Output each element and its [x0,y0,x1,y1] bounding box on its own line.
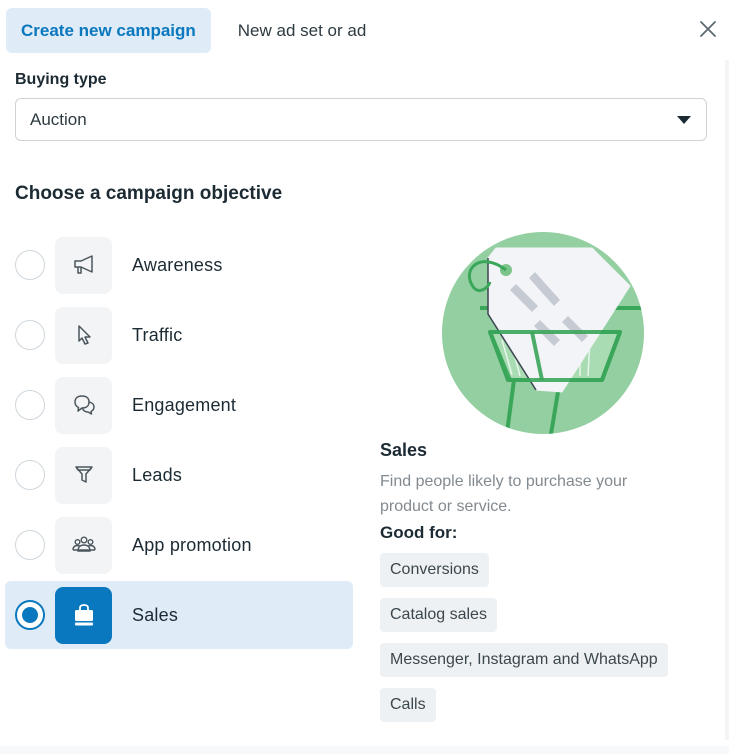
shopping-bag-icon [74,604,93,626]
megaphone-icon [73,255,93,274]
buying-type-label: Buying type [15,71,107,88]
radio-traffic[interactable] [15,320,45,350]
good-for-chip: Calls [380,688,436,722]
objective-app-promotion[interactable]: App promotion [5,510,353,580]
objective-awareness[interactable]: Awareness [5,230,353,300]
cursor-icon [77,325,91,345]
detail-title: Sales [380,440,428,460]
icon-tile-leads [55,446,112,504]
caret-down-icon [677,116,691,124]
tab-create-new-campaign[interactable]: Create new campaign [6,8,211,53]
icon-tile-app-promotion [55,516,112,574]
objective-label: Engagement [132,394,237,415]
good-for-chip: Messenger, Instagram and WhatsApp [380,643,668,677]
objective-traffic[interactable]: Traffic [5,300,353,370]
sales-illustration [440,230,646,436]
buying-type-value: Auction [30,109,87,129]
radio-engagement[interactable] [15,390,45,420]
radio-app-promotion[interactable] [15,530,45,560]
objective-engagement[interactable]: Engagement [5,370,353,440]
radio-sales[interactable] [15,600,45,630]
objective-section-title: Choose a campaign objective [15,183,283,204]
icon-tile-traffic [55,306,112,364]
detail-description: Find people likely to purchase your prod… [380,473,628,515]
objective-sales[interactable]: Sales [5,581,353,649]
tab-bar: Create new campaign New ad set or ad [6,8,381,53]
objective-detail-panel: Sales Find people likely to purchase you… [380,440,710,733]
good-for-chip: Catalog sales [380,598,497,632]
close-icon [700,21,716,37]
good-for-list: Conversions Catalog sales Messenger, Ins… [380,553,710,733]
radio-leads[interactable] [15,460,45,490]
buying-type-select[interactable]: Auction [15,98,707,141]
objective-label: Sales [132,604,179,625]
icon-tile-awareness [55,236,112,294]
panel-edge [725,60,729,740]
objective-label: Traffic [132,324,183,345]
good-for-label: Good for: [380,523,458,542]
objective-leads[interactable]: Leads [5,440,353,510]
objective-label: App promotion [132,534,252,555]
close-button[interactable] [697,18,719,40]
objective-label: Leads [132,464,183,485]
tab-new-ad-set-or-ad[interactable]: New ad set or ad [223,8,382,53]
icon-tile-engagement [55,376,112,434]
radio-awareness[interactable] [15,250,45,280]
objective-label: Awareness [132,254,223,275]
icon-tile-sales [55,586,112,644]
objective-list: Awareness Traffic Engagement Leads App p… [5,230,353,649]
panel-footer-edge [0,746,729,754]
good-for-chip: Conversions [380,553,489,587]
people-group-icon [71,536,96,552]
funnel-icon [74,466,93,483]
chat-bubbles-icon [73,395,95,415]
